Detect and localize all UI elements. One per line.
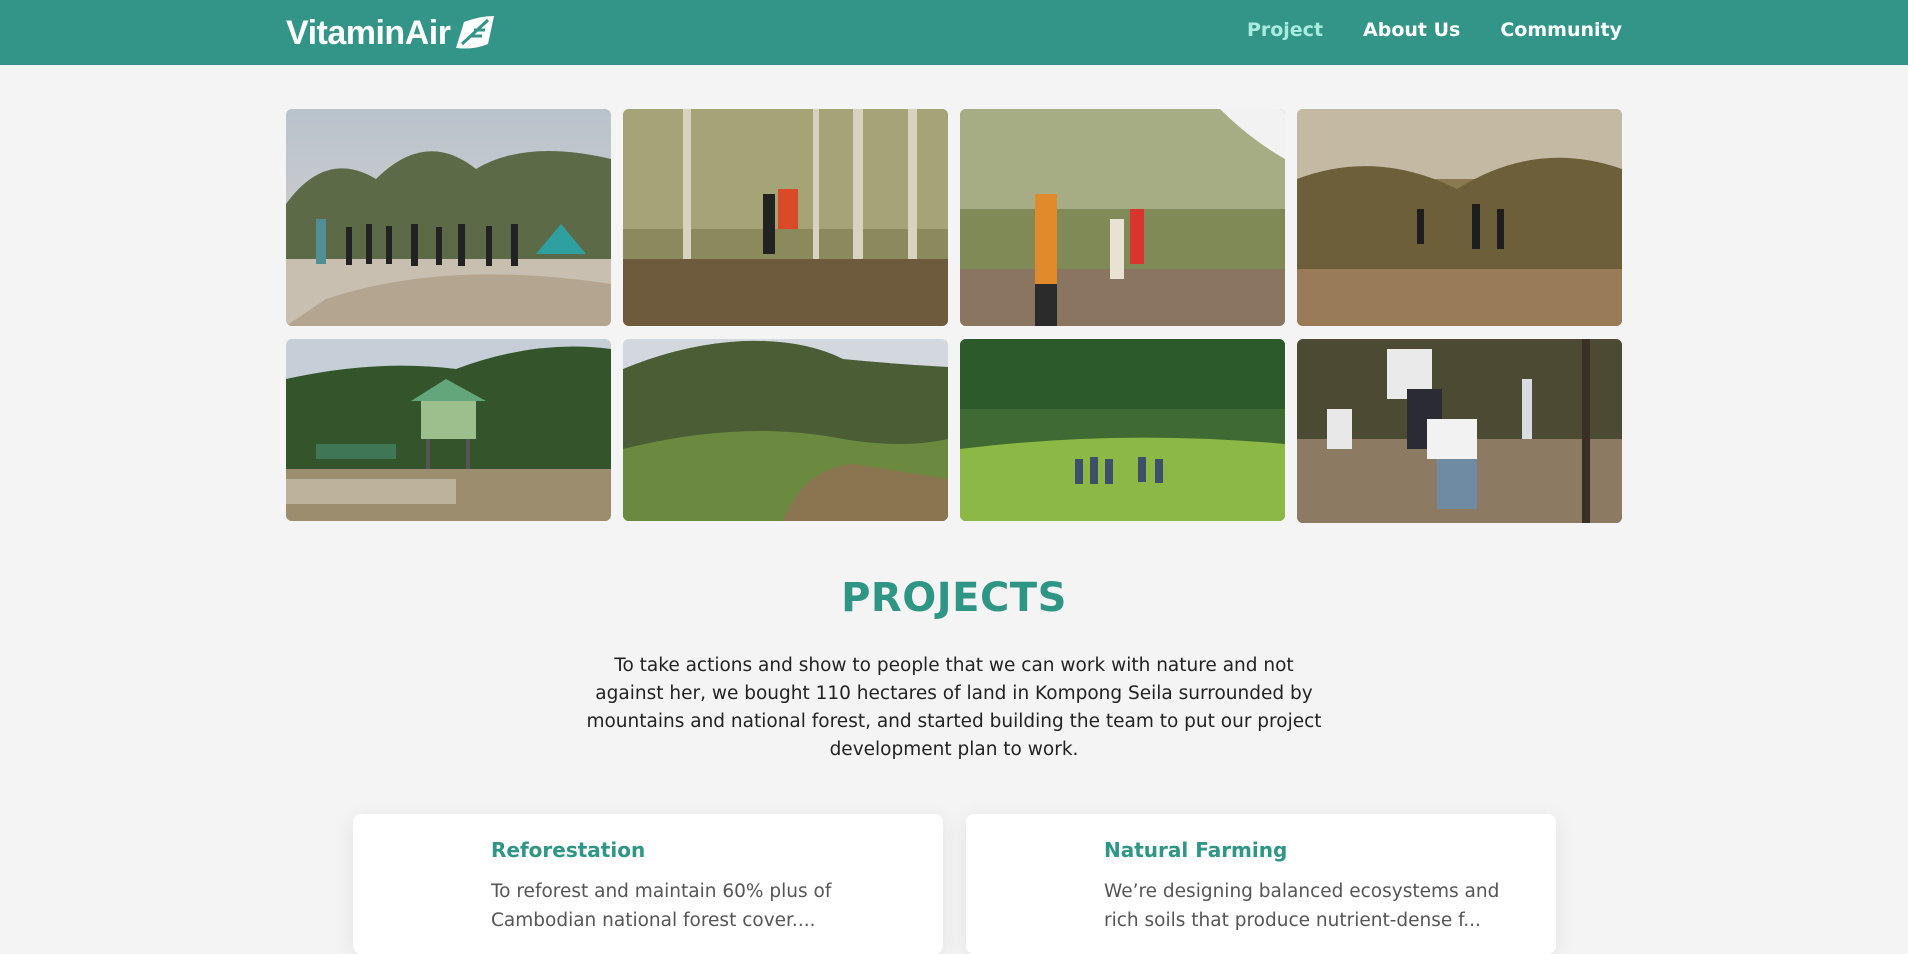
nav-community[interactable]: Community — [1500, 19, 1622, 41]
photo-dry-forest[interactable] — [1297, 109, 1622, 326]
nav-about-us[interactable]: About Us — [1363, 19, 1460, 41]
card-text: We’re designing balanced ecosystems and … — [1104, 881, 1500, 931]
main-nav: Project About Us Community — [1247, 19, 1622, 41]
logo-text: VitaminAir — [286, 13, 451, 52]
projects-description: To take actions and show to people that … — [586, 655, 1322, 760]
card-title[interactable]: Reforestation — [491, 838, 645, 862]
project-card-reforestation[interactable]: Reforestation To reforest and maintain 6… — [353, 814, 943, 954]
photo-hiking-field[interactable] — [960, 339, 1285, 521]
project-card-natural-farming[interactable]: Natural Farming We’re designing balanced… — [966, 814, 1556, 954]
photo-stilt-house[interactable] — [286, 339, 611, 521]
photo-forest-group[interactable] — [960, 109, 1285, 326]
projects-title: PROJECTS — [841, 575, 1067, 621]
photo-tree-planting[interactable] — [1297, 339, 1622, 523]
photo-forest-trekking[interactable] — [623, 109, 948, 326]
logo[interactable]: VitaminAir — [286, 13, 496, 53]
card-title[interactable]: Natural Farming — [1104, 838, 1287, 862]
leaf-icon — [456, 16, 495, 49]
photo-mountain[interactable] — [623, 339, 948, 521]
card-text: To reforest and maintain 60% plus of Cam… — [491, 881, 832, 931]
nav-project[interactable]: Project — [1247, 19, 1323, 41]
top-navbar: VitaminAir Project About Us Community — [0, 0, 1908, 65]
photo-group-camping[interactable] — [286, 109, 611, 326]
